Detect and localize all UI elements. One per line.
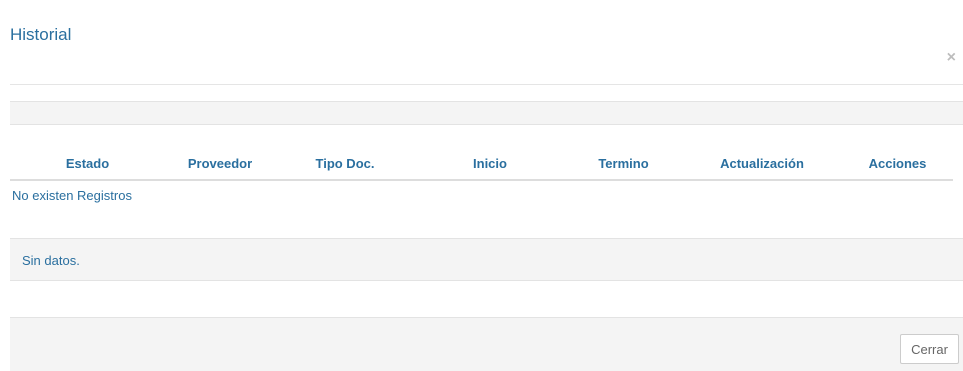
modal-title: Historial [10,25,72,44]
historial-table: Estado Proveedor Tipo Doc. Inicio Termin… [10,125,953,203]
historial-modal: Historial × Estado Proveedor Tipo Doc. I… [0,0,963,371]
historial-table-wrap: Estado Proveedor Tipo Doc. Inicio Termin… [10,125,963,203]
column-header-actualizacion[interactable]: Actualización [682,125,842,181]
column-header-inicio[interactable]: Inicio [415,125,565,181]
table-row: No existen Registros [10,180,953,203]
modal-footer: Cerrar [10,317,963,371]
no-data-message: Sin datos. [22,253,80,268]
column-header-proveedor[interactable]: Proveedor [165,125,275,181]
table-header-row: Estado Proveedor Tipo Doc. Inicio Termin… [10,125,953,181]
column-header-termino[interactable]: Termino [565,125,682,181]
column-header-tipo-doc[interactable]: Tipo Doc. [275,125,415,181]
empty-message: No existen Registros [12,188,132,203]
column-header-acciones: Acciones [842,125,953,181]
close-button[interactable]: Cerrar [900,334,959,364]
toolbar-band [10,101,963,125]
table-footer-band: Sin datos. [10,238,963,281]
close-icon[interactable]: × [947,50,956,66]
column-header-estado[interactable]: Estado [10,125,165,181]
modal-header: Historial × [10,10,963,85]
